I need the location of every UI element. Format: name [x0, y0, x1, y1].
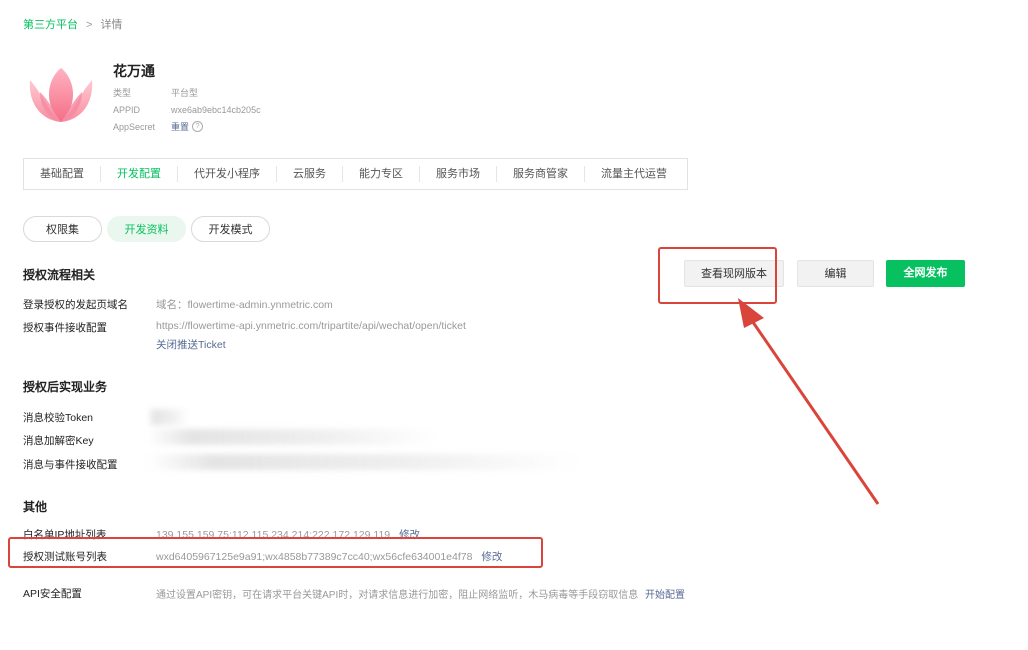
- appid-value: wxe6ab9ebc14cb205c: [171, 105, 261, 115]
- tab-capability-zone[interactable]: 能力专区: [343, 166, 420, 182]
- post-auth-title: 授权后实现业务: [23, 380, 108, 394]
- subtab-dev-mode[interactable]: 开发模式: [191, 216, 270, 242]
- auth-event-url: https://flowertime-api.ynmetric.com/trip…: [156, 320, 466, 332]
- tab-dev-miniprogram[interactable]: 代开发小程序: [178, 166, 277, 182]
- api-security-description: 通过设置API密钥，可在请求平台关键API时，对请求信息进行加密，阻止网络监听，…: [156, 590, 639, 601]
- tab-traffic-operation[interactable]: 流量主代运营: [585, 166, 683, 182]
- aes-key-blurred-value: [148, 429, 438, 445]
- tab-service-manager[interactable]: 服务商管家: [497, 166, 585, 182]
- reset-secret-link[interactable]: 重置: [171, 121, 189, 133]
- api-security-label: API安全配置: [23, 588, 82, 600]
- tab-cloud-service[interactable]: 云服务: [277, 166, 343, 182]
- auth-flow-title: 授权流程相关: [23, 268, 96, 282]
- main-tab-bar: 基础配置 开发配置 代开发小程序 云服务 能力专区 服务市场 服务商管家 流量主…: [23, 158, 688, 190]
- breadcrumb-separator: >: [86, 19, 93, 31]
- edit-button[interactable]: 编辑: [797, 260, 874, 287]
- app-logo-lotus-icon: [29, 68, 93, 122]
- app-type-value: 平台型: [171, 88, 199, 98]
- other-title: 其他: [23, 500, 48, 514]
- breadcrumb-parent-link[interactable]: 第三方平台: [23, 18, 78, 32]
- subtab-dev-info[interactable]: 开发资料: [107, 216, 186, 242]
- auth-event-label: 授权事件接收配置: [23, 322, 107, 334]
- annotation-box-test-accounts: [8, 537, 543, 568]
- api-security-value: 通过设置API密钥，可在请求平台关键API时，对请求信息进行加密，阻止网络监听，…: [156, 586, 685, 601]
- message-event-label: 消息与事件接收配置: [23, 459, 118, 471]
- close-ticket-push-link[interactable]: 关闭推送Ticket: [156, 337, 226, 352]
- subtab-permission-set[interactable]: 权限集: [23, 216, 102, 242]
- auth-domain-label: 登录授权的发起页域名: [23, 299, 128, 311]
- tab-service-market[interactable]: 服务市场: [420, 166, 497, 182]
- breadcrumb-current: 详情: [100, 19, 123, 31]
- app-type-label: 类型: [113, 88, 132, 98]
- api-security-start-link[interactable]: 开始配置: [645, 590, 685, 601]
- publish-all-button[interactable]: 全网发布: [886, 260, 965, 287]
- appsecret-label: AppSecret: [113, 122, 156, 132]
- token-label: 消息校验Token: [23, 412, 94, 424]
- aes-key-label: 消息加解密Key: [23, 435, 94, 447]
- token-blurred-value: [148, 409, 188, 425]
- appid-label: APPID: [113, 105, 141, 115]
- breadcrumb: 第三方平台 > 详情: [23, 18, 122, 32]
- tab-basic-config[interactable]: 基础配置: [24, 166, 101, 182]
- tab-dev-config[interactable]: 开发配置: [101, 166, 178, 182]
- app-name: 花万通: [113, 63, 155, 79]
- annotation-arrow-icon: [738, 298, 880, 505]
- app-type-row: 类型 平台型: [113, 87, 198, 99]
- app-appid-row: APPID wxe6ab9ebc14cb205c: [113, 104, 261, 116]
- auth-domain-value: 域名：flowertime-admin.ynmetric.com: [156, 299, 333, 311]
- help-icon[interactable]: ?: [192, 121, 204, 132]
- app-secret-row: AppSecret 重置 ?: [113, 121, 204, 133]
- message-event-blurred-value: [148, 454, 580, 470]
